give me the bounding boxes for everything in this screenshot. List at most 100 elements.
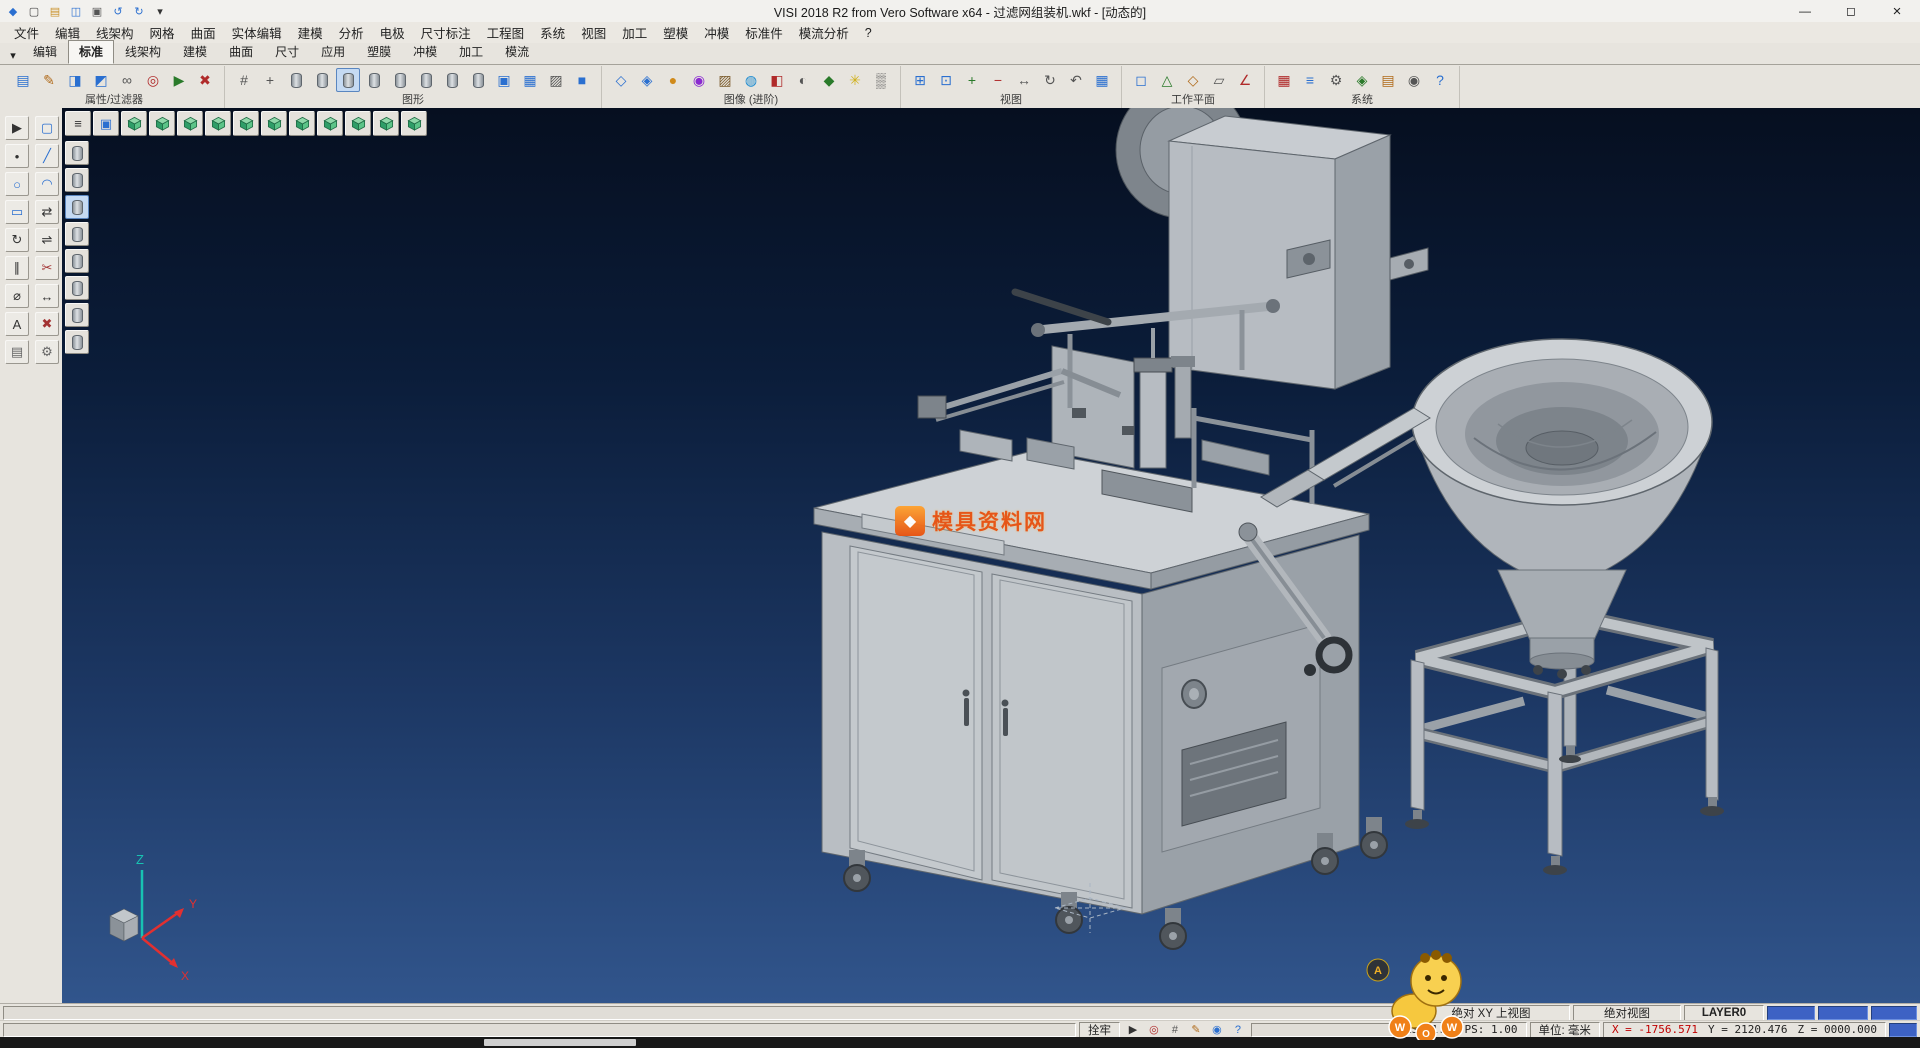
filter-texts-icon[interactable] <box>65 276 89 300</box>
maximize-button[interactable]: ◻ <box>1828 0 1874 22</box>
snap-toggle-icon[interactable]: ◎ <box>1144 1021 1164 1038</box>
menu-item-15[interactable]: 塑模 <box>655 21 696 44</box>
tab-9[interactable]: 冲模 <box>402 40 448 64</box>
quick-pick-icon[interactable]: ▶ <box>167 68 191 92</box>
zoom-in-icon[interactable]: + <box>960 68 984 92</box>
view-manager-icon[interactable]: ▦ <box>1090 68 1114 92</box>
materials-icon[interactable]: ◆ <box>817 68 841 92</box>
annotate-icon[interactable]: ✎ <box>1186 1021 1206 1038</box>
rendered-mode-icon[interactable]: ◉ <box>687 68 711 92</box>
view-iso-se-icon[interactable] <box>373 111 399 136</box>
windows-taskbar[interactable] <box>0 1037 1920 1048</box>
minimize-button[interactable]: — <box>1782 0 1828 22</box>
filter-solids-icon[interactable] <box>65 222 89 246</box>
plugins-icon[interactable]: ◈ <box>1350 68 1374 92</box>
workplane-view-icon[interactable]: ▱ <box>1207 68 1231 92</box>
layer-filter-icon[interactable]: ◩ <box>89 68 113 92</box>
view-iso-nw-icon[interactable] <box>345 111 371 136</box>
workplane-entity-icon[interactable]: ◇ <box>1181 68 1205 92</box>
clear-filter-icon[interactable]: ✖ <box>193 68 217 92</box>
database-icon[interactable]: ▤ <box>1376 68 1400 92</box>
show-blocks-icon[interactable]: ▦ <box>518 68 542 92</box>
grid-icon[interactable]: # <box>232 68 256 92</box>
taskbar-item[interactable] <box>484 1039 636 1046</box>
print-icon[interactable]: ▣ <box>88 2 106 20</box>
workplane-3point-icon[interactable]: △ <box>1155 68 1179 92</box>
color-palette-icon[interactable]: ▦ <box>1272 68 1296 92</box>
zoom-out-icon[interactable]: − <box>986 68 1010 92</box>
draw-line-icon[interactable]: ╱ <box>35 144 59 168</box>
tab-overflow-caret-icon[interactable]: ▾ <box>4 49 22 64</box>
show-all-icon[interactable]: ■ <box>570 68 594 92</box>
dimension-icon[interactable]: ↔ <box>35 284 59 308</box>
visi-app-icon[interactable]: ◆ <box>4 2 22 20</box>
view-left-icon[interactable] <box>261 111 287 136</box>
layers-icon[interactable]: ▤ <box>5 340 29 364</box>
show-symbols-icon[interactable] <box>466 68 490 92</box>
close-button[interactable]: × <box>1874 0 1920 22</box>
move-icon[interactable]: ⇄ <box>35 200 59 224</box>
filter-all-icon[interactable] <box>65 330 89 354</box>
show-hatches-icon[interactable]: ▨ <box>544 68 568 92</box>
status-help-icon[interactable]: ? <box>1228 1021 1248 1038</box>
window-select-icon[interactable]: ▢ <box>35 116 59 140</box>
layer-manager-icon[interactable]: ≡ <box>1298 68 1322 92</box>
view-iso-ne-icon[interactable] <box>317 111 343 136</box>
pan-icon[interactable]: ↔ <box>1012 68 1036 92</box>
show-meshes-icon[interactable] <box>388 68 412 92</box>
tab-7[interactable]: 应用 <box>310 40 356 64</box>
draw-rect-icon[interactable]: ▭ <box>5 200 29 224</box>
previous-view-icon[interactable]: ↶ <box>1064 68 1088 92</box>
attribute-filter-icon[interactable]: ◨ <box>63 68 87 92</box>
snap-settings-icon[interactable]: ◎ <box>141 68 165 92</box>
grid-toggle-icon[interactable]: # <box>1165 1021 1185 1038</box>
tab-1[interactable]: 编辑 <box>22 40 68 64</box>
workplane-standard-icon[interactable]: ◻ <box>1129 68 1153 92</box>
measure-icon[interactable]: ⌀ <box>5 284 29 308</box>
rotate-icon[interactable]: ↻ <box>5 228 29 252</box>
wireframe-mode-icon[interactable]: ◇ <box>609 68 633 92</box>
viewport-3d[interactable]: Z Y X ≡▣ ◆ 模具资料网 <box>62 108 1920 1003</box>
trim-icon[interactable]: ✂ <box>35 256 59 280</box>
tab-2[interactable]: 标准 <box>68 40 114 64</box>
tab-3[interactable]: 线架构 <box>114 40 172 64</box>
filter-groups-icon[interactable] <box>65 303 89 327</box>
workplane-toggle-icon[interactable]: ∠ <box>1233 68 1257 92</box>
show-dimensions-icon[interactable] <box>414 68 438 92</box>
view-list-icon[interactable]: ≡ <box>65 111 91 136</box>
tab-5[interactable]: 曲面 <box>218 40 264 64</box>
help-icon[interactable]: ? <box>1428 68 1452 92</box>
properties-icon[interactable]: ▤ <box>11 68 35 92</box>
view-reference-indicator[interactable]: 绝对视图 <box>1573 1005 1681 1021</box>
view-bottom-icon[interactable] <box>177 111 203 136</box>
settings-icon[interactable]: ⚙ <box>35 340 59 364</box>
view-right-icon[interactable] <box>289 111 315 136</box>
match-properties-icon[interactable]: ✎ <box>37 68 61 92</box>
offset-icon[interactable]: ∥ <box>5 256 29 280</box>
view-back-icon[interactable] <box>233 111 259 136</box>
shadows-icon[interactable]: ◐ <box>791 68 815 92</box>
new-file-icon[interactable]: ▢ <box>25 2 43 20</box>
view-front-icon[interactable] <box>205 111 231 136</box>
filter-points-icon[interactable] <box>65 141 89 165</box>
capture-icon[interactable]: ◉ <box>1402 68 1426 92</box>
quick-access-caret-icon[interactable]: ▾ <box>151 2 169 20</box>
show-surfaces-icon[interactable] <box>336 68 360 92</box>
capture-view-icon[interactable]: ◉ <box>1207 1021 1227 1038</box>
tab-6[interactable]: 尺寸 <box>264 40 310 64</box>
menu-item-19[interactable]: ? <box>857 24 880 42</box>
open-file-icon[interactable]: ▤ <box>46 2 64 20</box>
zoom-window-icon[interactable]: ⊡ <box>934 68 958 92</box>
filter-dimensions-icon[interactable] <box>65 249 89 273</box>
show-groups-icon[interactable]: ▣ <box>492 68 516 92</box>
show-points-icon[interactable] <box>284 68 308 92</box>
view-panes-icon[interactable]: ▣ <box>93 111 119 136</box>
rotate-view-icon[interactable]: ↻ <box>1038 68 1062 92</box>
menu-item-13[interactable]: 视图 <box>573 21 614 44</box>
show-curves-icon[interactable] <box>310 68 334 92</box>
tab-4[interactable]: 建模 <box>172 40 218 64</box>
zoom-fit-icon[interactable]: ⊞ <box>908 68 932 92</box>
mirror-icon[interactable]: ⇌ <box>35 228 59 252</box>
show-solids-icon[interactable] <box>362 68 386 92</box>
show-texts-icon[interactable] <box>440 68 464 92</box>
